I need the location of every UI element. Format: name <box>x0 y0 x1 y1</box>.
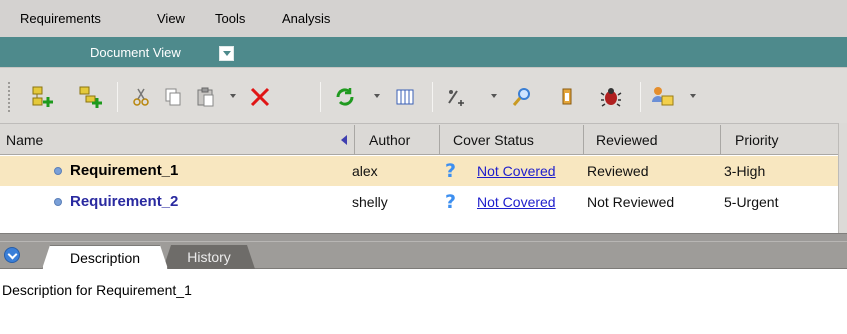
question-icon: ? <box>445 191 457 213</box>
chevron-down-icon[interactable] <box>219 46 234 61</box>
column-header-priority[interactable]: Priority <box>735 132 779 148</box>
menu-tools[interactable]: Tools <box>215 11 245 26</box>
column-divider[interactable] <box>583 125 584 154</box>
add-link-icon[interactable] <box>444 83 470 111</box>
users-dropdown-arrow[interactable] <box>690 94 696 98</box>
users-icon[interactable] <box>650 83 676 111</box>
sort-arrow-icon[interactable] <box>341 135 347 145</box>
new-requirement-icon[interactable] <box>30 83 56 111</box>
view-selector-label[interactable]: Document View <box>90 45 181 60</box>
new-child-requirement-icon[interactable] <box>77 83 103 111</box>
copy-icon[interactable] <box>160 83 186 111</box>
column-divider[interactable] <box>354 125 355 154</box>
defect-icon[interactable] <box>598 83 624 111</box>
detail-tab-strip: History Description <box>0 242 847 269</box>
table-row[interactable]: Requirement_2 shelly ? Not Covered Not R… <box>0 187 838 217</box>
priority-cell: 5-Urgent <box>724 194 779 210</box>
menu-view[interactable]: View <box>157 11 185 26</box>
cover-status-link[interactable]: Not Covered <box>477 163 556 179</box>
tab-description[interactable]: Description <box>42 245 168 269</box>
column-divider[interactable] <box>439 125 440 154</box>
column-header-author[interactable]: Author <box>369 132 410 148</box>
tab-history[interactable]: History <box>163 245 255 269</box>
question-icon: ? <box>445 160 457 182</box>
paste-dropdown-arrow[interactable] <box>230 94 236 98</box>
toolbar-separator <box>432 82 433 112</box>
toolbar-grip[interactable] <box>8 82 13 112</box>
cover-status-link[interactable]: Not Covered <box>477 194 556 210</box>
cut-icon[interactable] <box>128 83 154 111</box>
requirement-bullet-icon <box>54 198 62 206</box>
refresh-icon[interactable] <box>332 83 358 111</box>
requirement-bullet-icon <box>54 167 62 175</box>
delete-icon[interactable] <box>247 83 273 111</box>
view-selector-bar: Document View <box>0 37 847 67</box>
toolbar <box>0 67 847 123</box>
table-header: Name Author Cover Status Reviewed Priori… <box>0 123 847 155</box>
author-cell: alex <box>352 163 378 179</box>
grid-empty-area <box>0 217 838 233</box>
toolbar-separator <box>640 82 641 112</box>
toolbar-separator <box>320 82 321 112</box>
column-header-cover-status[interactable]: Cover Status <box>453 132 534 148</box>
columns-icon[interactable] <box>392 83 418 111</box>
collapse-chevron-icon[interactable] <box>4 247 20 263</box>
vertical-scrollbar[interactable] <box>838 123 847 233</box>
description-pane: Description for Requirement_1 <box>0 269 847 334</box>
description-text[interactable]: Description for Requirement_1 <box>2 282 192 298</box>
find-icon[interactable] <box>509 83 535 111</box>
paste-icon[interactable] <box>193 83 219 111</box>
menu-requirements[interactable]: Requirements <box>20 11 101 26</box>
refresh-dropdown-arrow[interactable] <box>374 94 380 98</box>
requirement-name[interactable]: Requirement_1 <box>70 162 178 179</box>
column-divider[interactable] <box>720 125 721 154</box>
menu-analysis[interactable]: Analysis <box>282 11 330 26</box>
attachment-icon[interactable] <box>555 83 581 111</box>
table-row[interactable]: Requirement_1 alex ? Not Covered Reviewe… <box>0 156 838 186</box>
toolbar-separator <box>117 82 118 112</box>
author-cell: shelly <box>352 194 388 210</box>
add-link-dropdown-arrow[interactable] <box>491 94 497 98</box>
pane-splitter[interactable] <box>0 233 847 242</box>
priority-cell: 3-High <box>724 163 766 179</box>
column-header-reviewed[interactable]: Reviewed <box>596 132 657 148</box>
menu-bar: Requirements View Tools Analysis <box>0 0 847 37</box>
requirement-name[interactable]: Requirement_2 <box>70 193 178 210</box>
reviewed-cell: Reviewed <box>587 163 649 179</box>
column-header-name[interactable]: Name <box>6 132 43 148</box>
reviewed-cell: Not Reviewed <box>587 194 675 210</box>
